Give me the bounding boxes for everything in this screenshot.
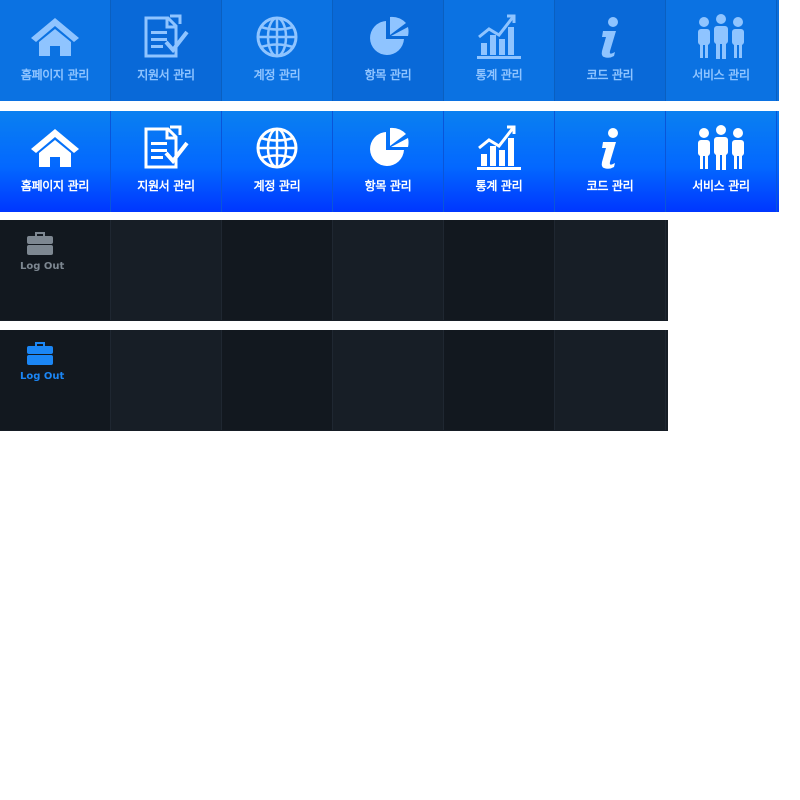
menu-item-homepage[interactable]: 홈페이지 관리 [0, 111, 111, 212]
empty-slot [222, 330, 333, 430]
menu-item-account[interactable]: 계정 관리 [222, 111, 333, 212]
bar-chart-icon [473, 13, 525, 61]
menu-bar-active: 홈페이지 관리 지원서 관리 계정 관리 항목 관리 통계 관리 코드 관리 서… [0, 111, 779, 212]
menu-item-label: 계정 관리 [253, 68, 301, 82]
document-check-icon [140, 124, 192, 172]
empty-slot [555, 330, 666, 430]
menu-item-account[interactable]: 계정 관리 [222, 0, 333, 101]
menu-item-application[interactable]: 지원서 관리 [111, 0, 222, 101]
empty-slot [222, 220, 333, 320]
document-check-icon [140, 13, 192, 61]
menu-item-label: 서비스 관리 [692, 179, 750, 193]
menu-item-code[interactable]: 코드 관리 [555, 0, 666, 101]
menu-item-label: 코드 관리 [586, 179, 634, 193]
menu-item-label: 홈페이지 관리 [20, 68, 90, 82]
menu-item-label: 서비스 관리 [692, 68, 750, 82]
globe-icon [251, 13, 303, 61]
menu-item-label: 홈페이지 관리 [20, 179, 90, 193]
menu-item-label: 지원서 관리 [137, 68, 195, 82]
logout-label: Log Out [20, 371, 65, 382]
home-icon [29, 124, 81, 172]
pie-chart-icon [362, 124, 414, 172]
empty-slot [444, 220, 555, 320]
briefcase-icon [20, 338, 66, 368]
empty-slot [111, 220, 222, 320]
people-icon [695, 13, 747, 61]
menu-item-statistics[interactable]: 통계 관리 [444, 0, 555, 101]
pie-chart-icon [362, 13, 414, 61]
bar-chart-icon [473, 124, 525, 172]
menu-item-code[interactable]: 코드 관리 [555, 111, 666, 212]
menu-item-items[interactable]: 항목 관리 [333, 0, 444, 101]
menu-item-label: 항목 관리 [364, 68, 412, 82]
menu-item-statistics[interactable]: 통계 관리 [444, 111, 555, 212]
empty-slot [555, 220, 666, 320]
menu-item-label: 계정 관리 [253, 179, 301, 193]
menu-item-homepage[interactable]: 홈페이지 관리 [0, 0, 111, 101]
globe-icon [251, 124, 303, 172]
empty-slot [333, 220, 444, 320]
menu-bar-normal: 홈페이지 관리 지원서 관리 계정 관리 항목 관리 통계 관리 코드 관리 서… [0, 0, 779, 101]
menu-item-items[interactable]: 항목 관리 [333, 111, 444, 212]
logout-button[interactable]: Log Out [0, 220, 111, 320]
info-icon [584, 13, 636, 61]
menu-item-label: 통계 관리 [475, 179, 523, 193]
menu-item-label: 코드 관리 [586, 68, 634, 82]
empty-slot [333, 330, 444, 430]
logout-label: Log Out [20, 261, 65, 272]
menu-item-label: 항목 관리 [364, 179, 412, 193]
menu-item-service[interactable]: 서비스 관리 [666, 111, 777, 212]
empty-slot [444, 330, 555, 430]
info-icon [584, 124, 636, 172]
menu-item-application[interactable]: 지원서 관리 [111, 111, 222, 212]
logout-bar-active: Log Out [0, 330, 668, 431]
menu-item-label: 통계 관리 [475, 68, 523, 82]
menu-item-service[interactable]: 서비스 관리 [666, 0, 777, 101]
briefcase-icon [20, 228, 66, 258]
logout-button[interactable]: Log Out [0, 330, 111, 430]
empty-slot [111, 330, 222, 430]
logout-bar-normal: Log Out [0, 220, 668, 321]
home-icon [29, 13, 81, 61]
people-icon [695, 124, 747, 172]
menu-item-label: 지원서 관리 [137, 179, 195, 193]
